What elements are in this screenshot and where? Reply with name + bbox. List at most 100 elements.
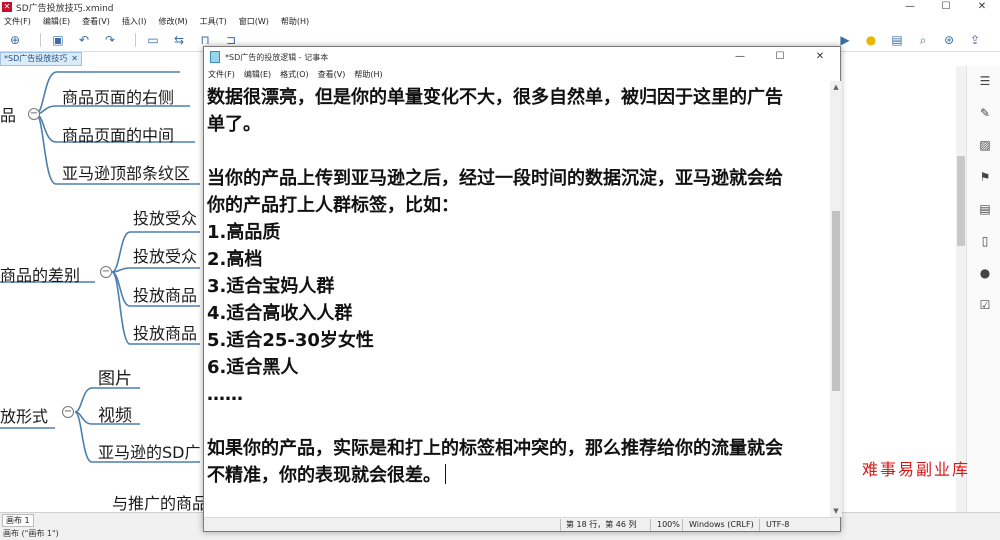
mindmap-node[interactable]: 视频 — [98, 401, 132, 426]
layout-icon[interactable]: ▤ — [888, 31, 906, 49]
mindmap-node[interactable]: 商品页面的右侧 — [62, 84, 174, 108]
mindmap-node[interactable]: 亚马逊顶部条纹区 — [62, 160, 190, 184]
mindmap-node[interactable]: 投放受众 — [133, 243, 197, 267]
scroll-up-icon[interactable]: ▲ — [830, 81, 842, 93]
properties-icon[interactable]: ☰ — [978, 74, 992, 88]
menu-help[interactable]: 帮助(H) — [281, 16, 309, 27]
notepad-status-bar: 第 18 行，第 46 列 100% Windows (CRLF) UTF-8 — [204, 517, 840, 531]
notes-icon[interactable]: ▤ — [978, 202, 992, 216]
text-caret — [445, 464, 446, 484]
notepad-menu-view[interactable]: 查看(V) — [318, 69, 346, 80]
comment-icon[interactable]: ● — [978, 266, 992, 280]
menu-window[interactable]: 窗口(W) — [239, 16, 269, 27]
image-icon[interactable]: ▨ — [978, 138, 992, 152]
export-icon[interactable]: ⇪ — [966, 31, 984, 49]
text-line: 4.适合高收入人群 — [207, 303, 353, 324]
notepad-menu-format[interactable]: 格式(O) — [280, 69, 309, 80]
text-line: 1.高品质 — [207, 222, 281, 243]
mindmap-node[interactable]: 商品页面的中间 — [62, 122, 174, 146]
text-line: 你的产品打上人群标签，比如： — [207, 195, 459, 216]
text-line: 不精准，你的表现就会很差。 — [207, 465, 441, 486]
format-brush-icon[interactable]: ✎ — [978, 106, 992, 120]
mindmap-node[interactable]: 商品的差别 — [0, 262, 80, 286]
task-icon[interactable]: ☑ — [978, 298, 992, 312]
mindmap-node[interactable]: 品 — [0, 102, 16, 126]
mindmap-node[interactable]: 放形式 — [0, 403, 48, 427]
minimize-button[interactable]: — — [892, 0, 928, 14]
text-line: …… — [207, 384, 243, 405]
mindmap-node[interactable]: 投放受众 — [133, 205, 197, 229]
text-line — [207, 408, 830, 435]
mindmap-node[interactable]: 与推广的商品 — [112, 490, 208, 512]
xmind-window-title: SD广告投放技巧.xmind — [16, 3, 114, 14]
notepad-text-area[interactable]: 数据很漂亮，但是你的单量变化不大，很多自然单，被归因于这里的广告 单了。 当你的… — [204, 81, 830, 517]
line-ending: Windows (CRLF) — [689, 520, 754, 529]
scrollbar-thumb[interactable] — [832, 211, 840, 391]
notepad-icon — [210, 51, 220, 63]
notepad-window: *SD广告的投放逻辑 - 记事本 — ☐ ✕ 文件(F) 编辑(E) 格式(O)… — [203, 46, 842, 532]
collapse-icon[interactable]: − — [62, 406, 74, 418]
document-icon[interactable]: ▯ — [978, 234, 992, 248]
text-line: 单了。 — [207, 114, 261, 135]
toolbar-separator — [40, 32, 41, 47]
text-line: 当你的产品上传到亚马逊之后，经过一段时间的数据沉淀，亚马逊就会给 — [207, 168, 783, 189]
tab-close-icon[interactable]: ✕ — [71, 53, 78, 65]
maximize-button[interactable]: ☐ — [928, 0, 964, 14]
text-line: 6.适合黑人 — [207, 357, 299, 378]
topic-icon[interactable]: ▭ — [144, 31, 162, 49]
notepad-vertical-scrollbar[interactable]: ▲ ▼ — [830, 81, 842, 517]
text-line-with-caret: 不精准，你的表现就会很差。 — [207, 462, 830, 489]
collapse-icon[interactable]: − — [100, 266, 112, 278]
text-line — [207, 138, 830, 165]
connector — [111, 267, 200, 273]
notepad-minimize-button[interactable]: — — [720, 47, 760, 67]
text-line: 5.适合25-30岁女性 — [207, 330, 374, 351]
toolbar-separator — [135, 32, 136, 47]
idea-icon[interactable]: ● — [862, 31, 880, 49]
cursor-position: 第 18 行，第 46 列 — [566, 520, 637, 529]
sheet-tab-1[interactable]: 画布 1 — [2, 514, 34, 527]
mindmap-node[interactable]: 投放商品 — [133, 282, 197, 306]
status-divider — [759, 519, 760, 531]
menu-modify[interactable]: 修改(M) — [158, 16, 187, 27]
close-button[interactable]: ✕ — [964, 0, 1000, 14]
menu-view[interactable]: 查看(V) — [82, 16, 110, 27]
search-icon[interactable]: ⌕ — [914, 31, 932, 49]
xmind-title-bar: ✕ SD广告投放技巧.xmind — ☐ ✕ — [0, 0, 1000, 14]
save-icon[interactable]: ▣ — [49, 31, 67, 49]
text-line: 3.适合宝妈人群 — [207, 276, 335, 297]
marker-icon[interactable]: ⚑ — [978, 170, 992, 184]
notepad-menu-bar: 文件(F) 编辑(E) 格式(O) 查看(V) 帮助(H) — [204, 67, 840, 81]
status-divider — [682, 519, 683, 531]
notepad-window-title: *SD广告的投放逻辑 - 记事本 — [225, 52, 329, 62]
mindmap-node[interactable]: 图片 — [98, 364, 132, 389]
xmind-menu-bar: 文件(F) 编辑(E) 查看(V) 插入(I) 修改(M) 工具(T) 窗口(W… — [0, 14, 1000, 28]
relationship-icon[interactable]: ⇆ — [170, 31, 188, 49]
notepad-maximize-button[interactable]: ☐ — [760, 47, 800, 67]
menu-tools[interactable]: 工具(T) — [200, 16, 227, 27]
notepad-menu-file[interactable]: 文件(F) — [208, 69, 235, 80]
status-divider — [650, 519, 651, 531]
redo-icon[interactable]: ↷ — [101, 31, 119, 49]
text-line: 数据很漂亮，但是你的单量变化不大，很多自然单，被归因于这里的广告 — [207, 87, 783, 108]
scrollbar-thumb[interactable] — [957, 156, 965, 246]
notepad-menu-help[interactable]: 帮助(H) — [354, 69, 382, 80]
notepad-menu-edit[interactable]: 编辑(E) — [244, 69, 271, 80]
text-line: 如果你的产品，实际是和打上的标签相冲突的，那么推荐给你的流量就会 — [207, 438, 783, 459]
scroll-down-icon[interactable]: ▼ — [830, 505, 842, 517]
share-icon[interactable]: ⊛ — [940, 31, 958, 49]
watermark-text: 难事易副业库 — [862, 460, 971, 479]
mindmap-node[interactable]: 亚马逊的SD广 — [98, 439, 200, 463]
new-icon[interactable]: ⊕ — [6, 31, 24, 49]
zoom-level: 100% — [657, 520, 680, 529]
tab-label: *SD广告投放技巧 — [4, 54, 68, 63]
menu-edit[interactable]: 编辑(E) — [43, 16, 70, 27]
menu-insert[interactable]: 插入(I) — [122, 16, 147, 27]
canvas-vertical-scrollbar[interactable] — [956, 66, 966, 512]
collapse-icon[interactable]: − — [28, 108, 40, 120]
undo-icon[interactable]: ↶ — [75, 31, 93, 49]
menu-file[interactable]: 文件(F) — [4, 16, 31, 27]
mindmap-node[interactable]: 投放商品 — [133, 320, 197, 344]
tab-sd-ad-tips[interactable]: *SD广告投放技巧 ✕ — [0, 52, 82, 66]
notepad-close-button[interactable]: ✕ — [800, 47, 840, 67]
